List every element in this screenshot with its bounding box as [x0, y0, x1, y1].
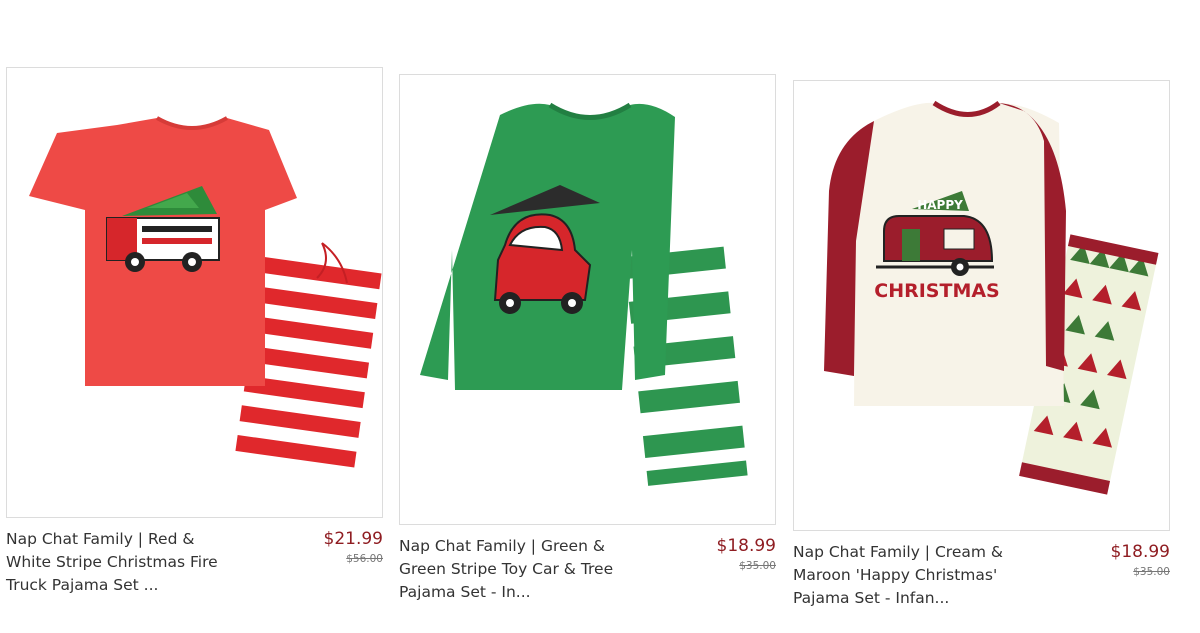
original-price: $35.00 — [739, 560, 776, 572]
price-box: $18.99 $35.00 — [1111, 542, 1170, 578]
product-card[interactable]: Nap Chat Family | Red & White Stripe Chr… — [6, 67, 383, 608]
product-card[interactable]: HAPPY CHRISTMAS Nap Chat Family | Cream … — [793, 80, 1170, 621]
product-title-line: Nap Chat Family | Red & — [6, 530, 195, 548]
product-image[interactable] — [6, 67, 383, 518]
product-image[interactable] — [399, 74, 776, 525]
product-title[interactable]: Nap Chat Family | Red & White Stripe Chr… — [6, 528, 261, 597]
product-title[interactable]: Nap Chat Family | Cream & Maroon 'Happy … — [793, 541, 1048, 610]
product-card[interactable]: Nap Chat Family | Green & Green Stripe T… — [399, 74, 776, 615]
green-stripe-pajama-illustration — [420, 102, 748, 486]
product-title-line: Truck Pajama Set ... — [6, 576, 159, 594]
product-image[interactable]: HAPPY CHRISTMAS — [793, 80, 1170, 531]
price-box: $21.99 $56.00 — [324, 529, 383, 565]
product-title-line: Pajama Set - Infan... — [793, 589, 950, 607]
product-title-line: Green Stripe Toy Car & Tree — [399, 560, 614, 578]
product-title-line: Pajama Set - In... — [399, 583, 531, 601]
product-title-line: Nap Chat Family | Green & — [399, 537, 605, 555]
price-box: $18.99 $35.00 — [717, 536, 776, 572]
sale-price: $21.99 — [323, 529, 383, 549]
original-price: $56.00 — [346, 553, 383, 565]
original-price: $35.00 — [1133, 566, 1170, 578]
red-stripe-pajama-illustration — [29, 116, 382, 472]
graphic-text-christmas: CHRISTMAS — [874, 280, 1000, 302]
product-title[interactable]: Nap Chat Family | Green & Green Stripe T… — [399, 535, 654, 604]
graphic-text-happy: HAPPY — [917, 198, 963, 212]
product-title-line: Maroon 'Happy Christmas' — [793, 566, 998, 584]
sale-price: $18.99 — [1110, 542, 1170, 562]
product-title-line: Nap Chat Family | Cream & — [793, 543, 1003, 561]
product-title-line: White Stripe Christmas Fire — [6, 553, 218, 571]
sale-price: $18.99 — [716, 536, 776, 556]
cream-maroon-pajama-illustration: HAPPY CHRISTMAS — [824, 100, 1159, 495]
